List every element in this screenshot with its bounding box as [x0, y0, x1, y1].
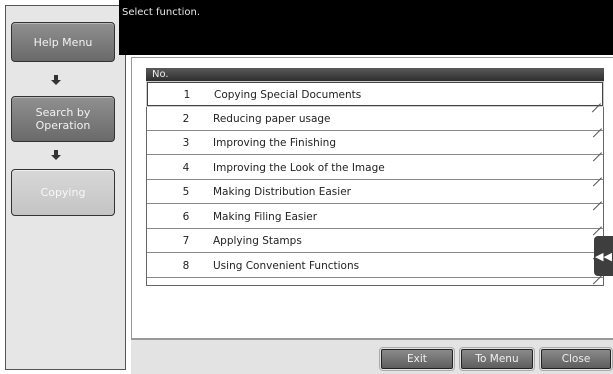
- list-header-no: No.: [152, 69, 169, 80]
- list-item-label: Improving the Finishing: [213, 137, 336, 149]
- to-menu-button[interactable]: To Menu: [459, 347, 535, 371]
- message-text: Select function.: [122, 7, 201, 18]
- copying-label: Copying: [40, 186, 86, 199]
- corner-fold-icon: [592, 95, 602, 105]
- list-item[interactable]: 2 Reducing paper usage: [147, 107, 603, 131]
- function-list: 1 Copying Special Documents 2 Reducing pape…: [146, 81, 604, 286]
- help-menu-button[interactable]: Help Menu: [11, 22, 115, 62]
- close-button[interactable]: Close: [539, 347, 613, 371]
- list-header: No.: [146, 68, 604, 82]
- list-item[interactable]: 4 Improving the Look of the Image: [147, 156, 603, 180]
- search-by-operation-button[interactable]: Search by Operation: [11, 96, 115, 142]
- exit-button[interactable]: Exit: [379, 347, 455, 371]
- list-item[interactable]: 5 Making Distribution Easier: [147, 180, 603, 204]
- corner-fold-icon: [593, 193, 603, 203]
- corner-fold-icon: [593, 144, 603, 154]
- list-item[interactable]: 8 Using Convenient Functions: [147, 254, 603, 278]
- list-item[interactable]: 6 Making Filing Easier: [147, 205, 603, 229]
- list-item[interactable]: 3 Improving the Finishing: [147, 131, 603, 155]
- to-menu-label: To Menu: [475, 353, 519, 365]
- list-item-label: Reducing paper usage: [213, 112, 331, 125]
- exit-label: Exit: [407, 353, 427, 365]
- list-item-label: Copying Special Documents: [214, 89, 362, 101]
- help-menu-label: Help Menu: [33, 35, 93, 49]
- message-bar: Select function.: [119, 0, 613, 55]
- corner-fold-icon: [593, 120, 603, 130]
- corner-fold-icon: [593, 218, 603, 228]
- list-item-label: Making Filing Easier: [213, 210, 318, 223]
- list-item-label: Using Convenient Functions: [213, 259, 360, 272]
- list-item-label: Applying Stamps: [213, 235, 302, 247]
- close-label: Close: [561, 353, 591, 365]
- list-item[interactable]: 7 Applying Stamps: [147, 229, 603, 253]
- search-by-operation-label: Search by Operation: [35, 106, 91, 132]
- copying-button[interactable]: Copying: [11, 169, 115, 216]
- corner-fold-icon: [593, 169, 603, 179]
- list-item[interactable]: 1 Copying Special Documents: [146, 81, 604, 107]
- side-tab[interactable]: ◀◀: [594, 236, 613, 276]
- double-left-arrow-icon: ◀◀: [595, 249, 612, 263]
- list-item-label: Improving the Look of the Image: [213, 161, 385, 174]
- list-item-label: Making Distribution Easier: [213, 186, 351, 198]
